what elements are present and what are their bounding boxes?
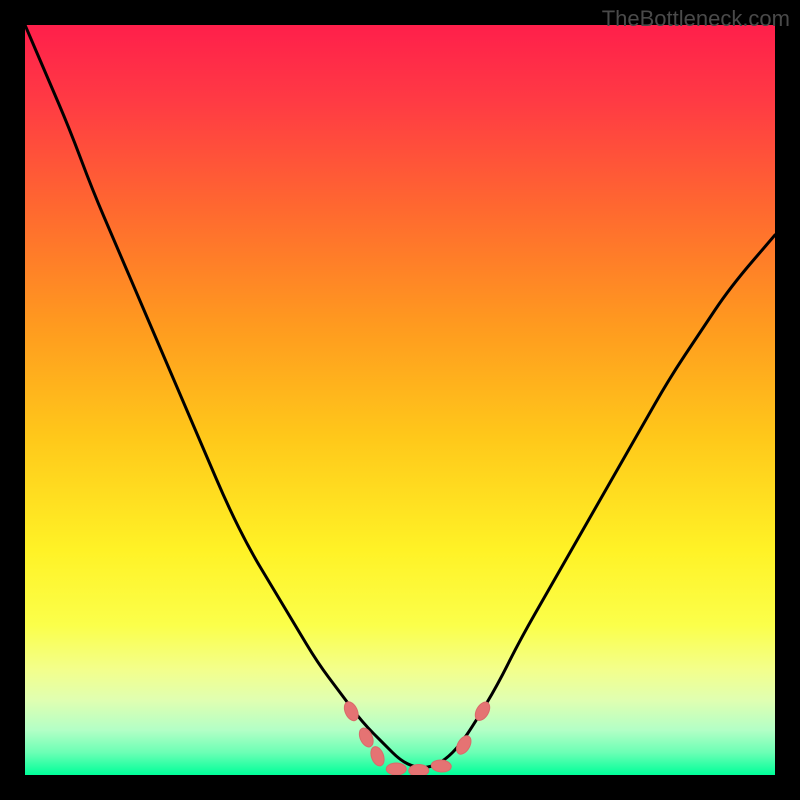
curve-marker bbox=[454, 733, 474, 756]
curve-marker bbox=[409, 765, 429, 776]
curve-marker bbox=[368, 745, 386, 768]
curve-marker bbox=[357, 726, 376, 749]
curve-marker bbox=[386, 763, 406, 775]
curve-marker bbox=[342, 700, 361, 723]
chart-frame: TheBottleneck.com bbox=[0, 0, 800, 800]
curve-marker bbox=[431, 759, 452, 773]
bottleneck-curve bbox=[25, 25, 775, 775]
plot-area bbox=[25, 25, 775, 775]
watermark-text: TheBottleneck.com bbox=[602, 6, 790, 32]
